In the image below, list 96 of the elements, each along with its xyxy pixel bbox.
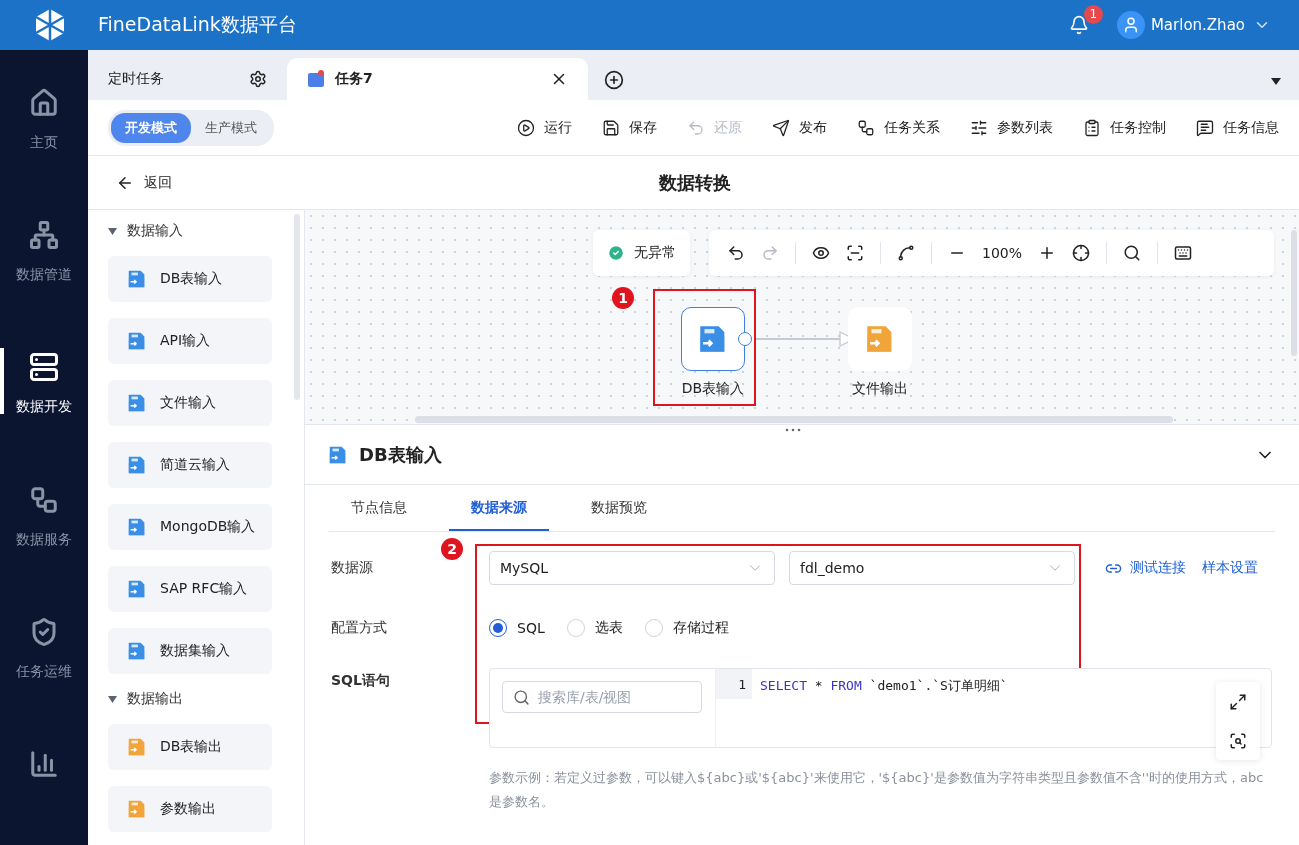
user-avatar[interactable]	[1116, 11, 1145, 39]
palette-item[interactable]: DB表输入	[108, 256, 272, 302]
select-field[interactable]: MySQL	[489, 551, 775, 585]
clipboard-icon	[1083, 118, 1101, 137]
field-label: 配置方式	[330, 619, 388, 637]
field-label: 数据源	[330, 559, 374, 577]
toolbar-button[interactable]: 保存	[602, 118, 657, 137]
status-chip: 无异常	[593, 230, 690, 276]
fit-icon[interactable]	[846, 244, 864, 262]
palette-item[interactable]: 参数输出	[108, 786, 272, 832]
toolbar-button[interactable]: 任务控制	[1083, 118, 1166, 137]
message-icon	[1196, 118, 1214, 137]
panel-tab[interactable]: 数据来源	[449, 485, 549, 531]
field-label: SQL语句	[330, 671, 391, 690]
palette-item[interactable]: MongoDB输入	[108, 504, 272, 550]
toolbar-button[interactable]: 任务关系	[857, 118, 940, 137]
crosshair-icon[interactable]	[1072, 244, 1091, 262]
tab[interactable]: 任务7	[287, 58, 588, 100]
zoom-level: 100%	[982, 245, 1023, 261]
toolbar-button[interactable]: 任务信息	[1196, 118, 1279, 137]
app-title: FineDataLink数据平台	[98, 12, 298, 37]
toolbar-button[interactable]: 参数列表	[970, 118, 1053, 137]
sql-editor[interactable]: 搜索库/表/视图 1 SELECT * FROM `demo1`.`S订单明细`	[489, 668, 1272, 748]
search-field[interactable]: 搜索库/表/视图	[502, 681, 702, 713]
palette-item[interactable]: SAP RFC输入	[108, 566, 272, 612]
palette-item[interactable]: 文件输入	[108, 380, 272, 426]
radio-option[interactable]: 选表	[566, 619, 623, 637]
link[interactable]: 测试连接	[1105, 559, 1186, 577]
group-header[interactable]: 数据输入	[108, 222, 304, 240]
radio-option[interactable]: 存储过程	[644, 619, 729, 637]
home-icon	[29, 88, 59, 118]
search-icon	[513, 688, 530, 706]
node-label: 文件输出	[851, 380, 909, 398]
calendar-icon	[307, 70, 325, 88]
panel-tab[interactable]: 数据预览	[569, 485, 669, 531]
step-marker: 1	[612, 287, 634, 309]
undo-icon	[687, 118, 705, 137]
tab[interactable]: 定时任务	[88, 58, 287, 100]
nav-item[interactable]: 数据管道	[16, 266, 72, 285]
panel-title: DB表输入	[359, 442, 443, 467]
palette-item[interactable]: DB表输出	[108, 724, 272, 770]
notification-count: 1	[1083, 5, 1103, 24]
line-number: 1	[716, 669, 752, 699]
nav-item[interactable]: 主页	[30, 134, 58, 152]
undo-icon[interactable]	[727, 244, 745, 262]
connector-icon[interactable]	[897, 244, 915, 262]
toolbar-button[interactable]: 发布	[772, 118, 827, 137]
hint-text: 参数示例：若定义过参数，可以键入${abc}或'${abc}'来使用它，'${abc}'是参数值为字符串类型且参数值不含''时的使用方式，abc是参数名。	[489, 769, 1265, 811]
mode-toggle[interactable]: 生产模式	[191, 112, 271, 143]
save-icon	[602, 118, 620, 137]
check-icon	[607, 244, 625, 262]
flow-icon	[29, 484, 59, 515]
mode-toggle[interactable]: 开发模式	[111, 112, 191, 143]
keyboard-icon[interactable]	[1174, 244, 1193, 262]
shield-icon	[29, 616, 59, 647]
toolbar-button[interactable]: 运行	[517, 118, 572, 137]
panel-tab[interactable]: 节点信息	[329, 485, 429, 531]
resize-handle[interactable]	[783, 427, 803, 433]
output-port[interactable]	[738, 332, 752, 346]
flow-icon	[857, 118, 875, 137]
search-icon[interactable]	[1123, 244, 1142, 262]
scrollbar[interactable]	[294, 214, 300, 400]
palette-item[interactable]: API输入	[108, 318, 272, 364]
back-link[interactable]: 返回	[116, 173, 311, 192]
triangle-icon	[108, 695, 117, 703]
step-marker: 2	[441, 538, 463, 560]
network-icon	[29, 220, 59, 251]
group-header[interactable]: 数据输出	[108, 690, 304, 708]
user-name[interactable]: Marlon.Zhao	[1150, 16, 1245, 34]
nav-item[interactable]: 数据开发	[16, 398, 72, 417]
play-icon	[517, 118, 535, 137]
nav-item[interactable]: 任务运维	[16, 662, 72, 681]
format-icon[interactable]	[1229, 731, 1247, 750]
palette-item[interactable]: 简道云输入	[108, 442, 272, 488]
code-line: SELECT * FROM `demo1`.`S订单明细`	[759, 677, 1009, 695]
flow-node[interactable]	[681, 307, 745, 371]
settings-icon[interactable]	[249, 70, 267, 88]
scrollbar[interactable]	[1291, 230, 1297, 356]
triangle-icon	[108, 227, 117, 235]
server-icon	[29, 352, 59, 383]
send-icon	[772, 118, 790, 137]
sliders-icon	[970, 118, 988, 137]
link[interactable]: 样本设置	[1202, 559, 1258, 577]
add-tab-icon[interactable]	[604, 70, 624, 90]
nav-item[interactable]: 数据服务	[16, 530, 72, 549]
select-field[interactable]: fdl_demo	[789, 551, 1075, 585]
bar-chart-icon	[29, 748, 59, 779]
bell-icon[interactable]	[1068, 15, 1089, 35]
palette-item[interactable]: 数据集输入	[108, 628, 272, 674]
node-label: DB表输入	[680, 380, 746, 398]
caret-icon[interactable]	[1271, 78, 1281, 86]
eye-icon[interactable]	[812, 244, 830, 262]
scrollbar[interactable]	[415, 416, 1173, 423]
page-title: 数据转换	[658, 170, 732, 195]
expand-icon[interactable]	[1229, 692, 1247, 711]
radio-option[interactable]: SQL	[489, 619, 545, 637]
